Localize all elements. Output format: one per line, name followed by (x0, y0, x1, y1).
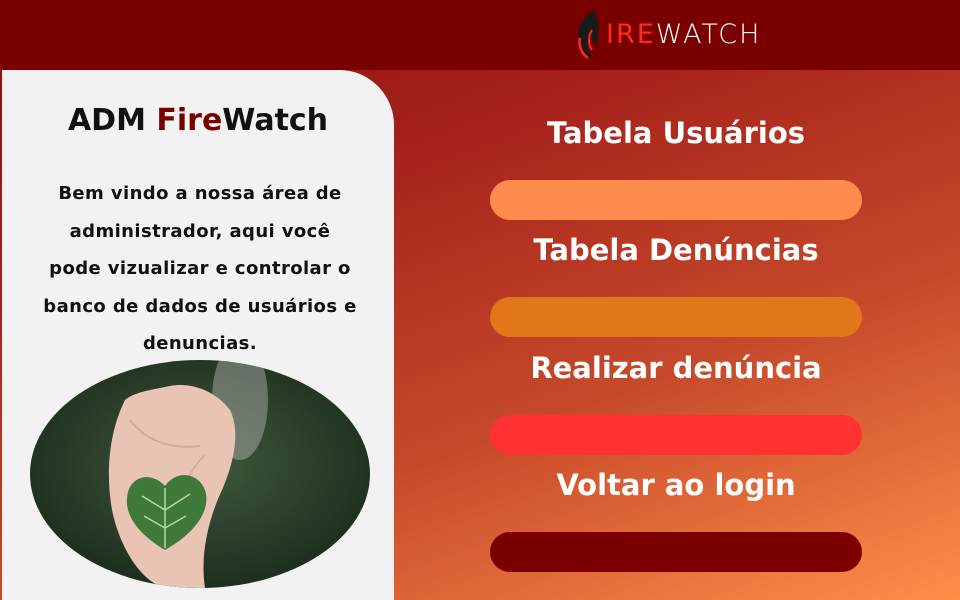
description-line: Bem vindo a nossa área de (58, 183, 342, 204)
admin-info-panel: ADM FireWatch Bem vindo a nossa área de … (2, 70, 394, 600)
menu-label-users: Tabela Usuários (546, 116, 806, 150)
menu-label-new-report: Realizar denúncia (530, 351, 822, 385)
hand-heart-leaf-image (30, 360, 370, 588)
description-line: denuncias. (142, 333, 258, 354)
description-line: banco de dados de usuários e (43, 295, 357, 317)
title-prefix: ADM (67, 103, 157, 138)
description-line: administrador, aqui você (69, 220, 331, 242)
menu-item-back-login: Voltar ao login (490, 465, 862, 572)
title-accent: Fire (156, 103, 223, 138)
back-to-login-button[interactable] (490, 532, 862, 572)
menu-item-reports: Tabela Denúncias (490, 230, 862, 337)
title-suffix: Watch (222, 103, 329, 138)
reports-table-button[interactable] (490, 297, 862, 337)
menu-item-new-report: Realizar denúncia (490, 348, 862, 455)
flame-icon (578, 10, 599, 60)
menu-item-users: Tabela Usuários (490, 113, 862, 220)
firewatch-logo: IRE WATCH (574, 6, 761, 62)
logo-text-fire: IRE (606, 18, 656, 50)
menu-label-reports: Tabela Denúncias (533, 233, 819, 267)
welcome-description: Bem vindo a nossa área de administrador,… (30, 175, 370, 363)
description-line: pode vizualizar e controlar o (49, 258, 351, 279)
header-bar (0, 0, 960, 70)
menu-label-back-login: Voltar ao login (556, 468, 796, 502)
users-table-button[interactable] (490, 180, 862, 220)
logo-text-watch: WATCH (655, 18, 762, 50)
make-report-button[interactable] (490, 415, 862, 455)
panel-title: ADM FireWatch (2, 103, 394, 138)
